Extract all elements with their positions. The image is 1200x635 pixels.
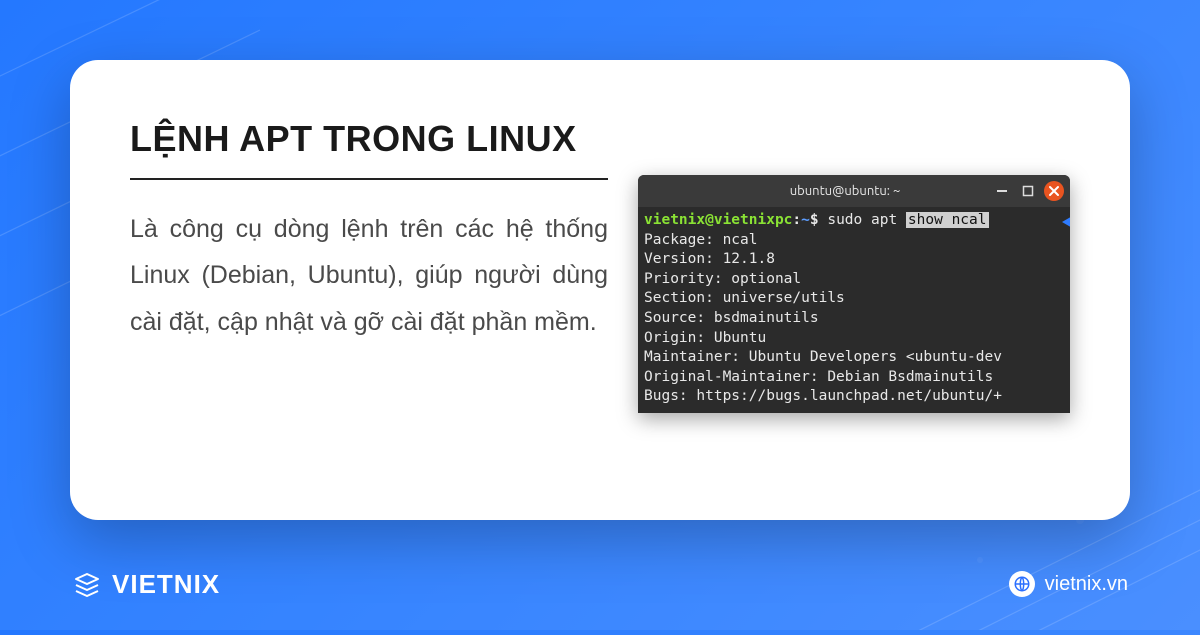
terminal-output-line: Package: ncal bbox=[644, 231, 1064, 251]
terminal-prompt-line: vietnix@vietnixpc:~$ sudo apt show ncal bbox=[644, 211, 1064, 231]
terminal-output-line: Original-Maintainer: Debian Bsdmainutils bbox=[644, 368, 1064, 388]
command-prefix: sudo apt bbox=[827, 212, 906, 228]
close-icon[interactable] bbox=[1044, 181, 1064, 201]
divider bbox=[130, 178, 608, 180]
globe-icon bbox=[1009, 571, 1035, 597]
content-card: LỆNH APT TRONG LINUX Là công cụ dòng lện… bbox=[70, 60, 1130, 520]
terminal-window: ubuntu@ubuntu: ~ vietnix@vietnixpc:~$ su… bbox=[638, 175, 1070, 413]
terminal-column: ubuntu@ubuntu: ~ vietnix@vietnixpc:~$ su… bbox=[638, 118, 1070, 470]
terminal-output-line: Priority: optional bbox=[644, 270, 1064, 290]
terminal-output-line: Origin: Ubuntu bbox=[644, 329, 1064, 349]
terminal-output-line: Section: universe/utils bbox=[644, 289, 1064, 309]
brand-logo: VIETNIX bbox=[72, 569, 220, 600]
stack-icon bbox=[72, 569, 102, 599]
text-column: LỆNH APT TRONG LINUX Là công cụ dòng lện… bbox=[130, 118, 608, 470]
terminal-output-line: Bugs: https://bugs.launchpad.net/ubuntu/… bbox=[644, 387, 1064, 407]
description-text: Là công cụ dòng lệnh trên các hệ thống L… bbox=[130, 206, 608, 345]
terminal-output-line: Source: bsdmainutils bbox=[644, 309, 1064, 329]
terminal-output-line: Maintainer: Ubuntu Developers <ubuntu-de… bbox=[644, 348, 1064, 368]
brand-text: VIETNIX bbox=[112, 569, 220, 600]
minimize-icon[interactable] bbox=[992, 181, 1012, 201]
terminal-body[interactable]: vietnix@vietnixpc:~$ sudo apt show ncal … bbox=[638, 207, 1070, 413]
prompt-user: vietnix@vietnixpc bbox=[644, 212, 792, 228]
terminal-title: ubuntu@ubuntu: ~ bbox=[644, 184, 986, 198]
pointer-arrow-icon bbox=[1062, 215, 1070, 229]
maximize-icon[interactable] bbox=[1018, 181, 1038, 201]
terminal-output-line: Version: 12.1.8 bbox=[644, 250, 1064, 270]
footer-bar: VIETNIX vietnix.vn bbox=[0, 556, 1200, 630]
command-highlight: show ncal bbox=[906, 212, 989, 228]
page-title: LỆNH APT TRONG LINUX bbox=[130, 118, 608, 160]
prompt-path: ~ bbox=[801, 212, 810, 228]
site-link[interactable]: vietnix.vn bbox=[1009, 571, 1128, 597]
prompt-symbol: $ bbox=[810, 212, 819, 228]
site-url: vietnix.vn bbox=[1045, 573, 1128, 596]
prompt-separator: : bbox=[792, 212, 801, 228]
terminal-titlebar: ubuntu@ubuntu: ~ bbox=[638, 175, 1070, 207]
